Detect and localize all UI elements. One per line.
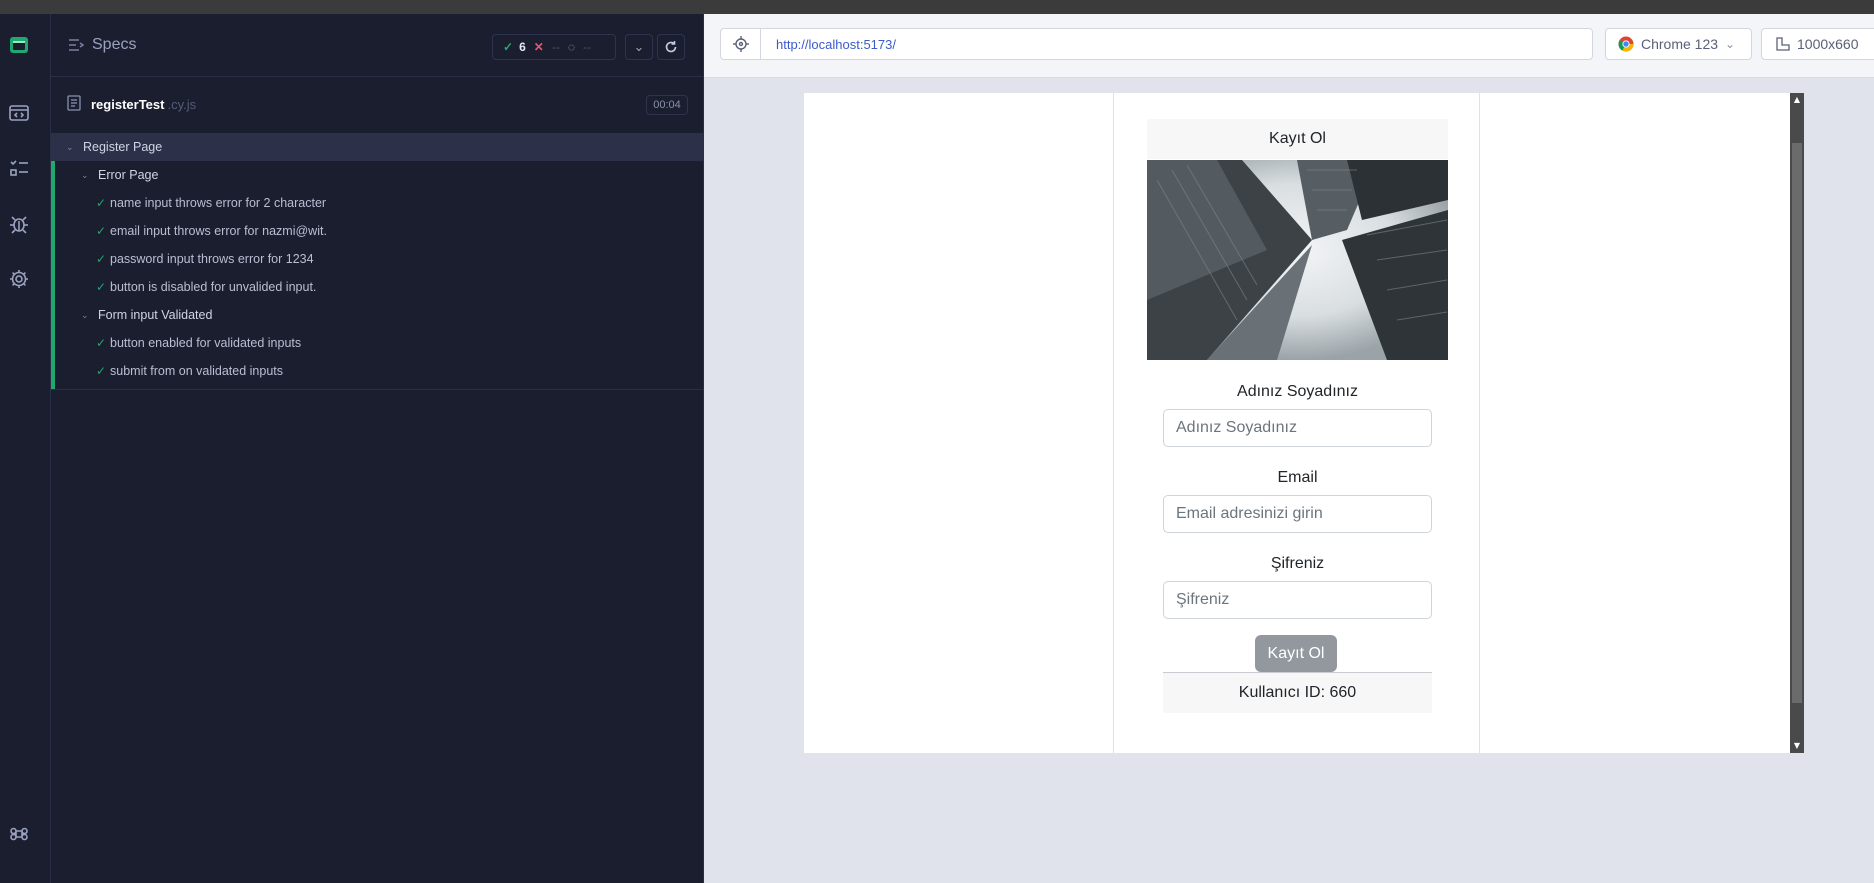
user-id-footer: Kullanıcı ID: 660 [1163,673,1432,713]
test-row[interactable]: ✓ password input throws error for 1234 [51,245,704,273]
window-top-strip [0,0,1874,14]
chevron-down-icon: ⌄ [66,141,74,152]
chrome-icon [1618,36,1634,52]
pass-check-icon: ✓ [96,364,107,378]
test-label: password input throws error for 1234 [110,252,314,266]
password-input[interactable] [1163,581,1432,619]
address-bar: http://localhost:5173/ Chrome 123 ⌄ 1000… [704,14,1874,78]
skyscraper-image [1147,160,1448,360]
app-under-test: Kayıt Ol Adınız Soyadınız Adınız Soyadın… [804,93,1804,753]
spec-duration: 00:04 [646,95,688,115]
chevron-down-icon: ⌄ [633,39,645,55]
name-input[interactable] [1163,409,1432,447]
viewport-selector[interactable]: 1000x660 [1761,28,1874,60]
navigation-rail: CY [0,14,51,883]
browser-selector[interactable]: Chrome 123 ⌄ [1605,28,1752,60]
suite-row[interactable]: ⌄ Error Page [51,161,704,189]
failed-x-icon: ✕ [533,40,544,54]
email-input[interactable] [1163,495,1432,533]
failed-count: -- [551,40,560,54]
tree-divider [51,389,704,390]
scrollbar-thumb[interactable] [1792,143,1802,703]
pending-spinner-icon: ◌ [567,40,575,54]
test-row[interactable]: ✓ email input throws error for nazmi@wit. [51,217,704,245]
suite-label: Register Page [83,140,163,154]
card-header: Kayıt Ol [1147,119,1448,159]
test-label: email input throws error for nazmi@wit. [110,224,327,238]
test-row[interactable]: ✓ button is disabled for unvalided input. [51,273,704,301]
suite-label: Error Page [98,168,159,182]
email-label: Email [1277,469,1318,486]
test-row[interactable]: ✓ submit from on validated inputs [51,357,704,385]
rerun-button[interactable] [657,34,685,60]
settings-gear-icon[interactable] [6,266,32,292]
test-label: submit from on validated inputs [110,364,284,378]
pass-check-icon: ✓ [96,252,107,266]
suite-row[interactable]: ⌄ Form input Validated [51,301,704,329]
chevron-down-icon: ⌄ [1725,37,1736,51]
url-box[interactable]: http://localhost:5173/ [720,28,1593,60]
spec-file-row[interactable]: registerTest .cy.js [51,90,704,120]
name-label: Adınız Soyadınız [1237,383,1358,400]
register-form-column: Kayıt Ol Adınız Soyadınız Adınız Soyadın… [1113,93,1480,753]
pass-check-icon: ✓ [96,224,107,238]
suite-label: Form input Validated [98,308,213,322]
cypress-app-icon[interactable] [6,32,32,58]
test-row[interactable]: ✓ button enabled for validated inputs [51,329,704,357]
pending-count: -- [582,40,591,54]
test-label: name input throws error for 2 character [110,196,327,210]
browser-window-icon[interactable] [6,100,32,126]
chevron-down-icon: ⌄ [81,169,89,180]
spec-file-name: registerTest .cy.js [91,97,197,112]
passed-count: 6 [519,40,526,54]
viewport-ruler-icon [1776,37,1790,51]
password-label: Şifreniz [1270,555,1325,572]
debug-bug-icon[interactable] [6,211,32,237]
document-icon [67,95,81,111]
pass-check-icon: ✓ [96,280,107,294]
browser-name: Chrome 123 [1641,36,1719,52]
pass-check-icon: ✓ [96,196,107,210]
specs-list-toggle-icon [69,39,84,51]
test-label: button enabled for validated inputs [110,336,302,350]
scroll-down-arrow-icon[interactable]: ▼ [1790,739,1804,753]
specs-toggle[interactable]: Specs [68,36,136,54]
test-stats: ✓ 6 ✕ -- ◌ -- [492,34,616,60]
crosshair-icon [732,36,749,52]
scroll-up-arrow-icon[interactable]: ▲ [1790,93,1804,107]
specs-header: Specs ✓ 6 ✕ -- ◌ -- ⌄ [51,14,704,77]
suite-row[interactable]: ⌄ Register Page [51,133,704,161]
vertical-scrollbar[interactable]: ▲ ▼ [1790,93,1804,753]
viewport-size: 1000x660 [1797,36,1859,52]
specs-panel: Specs ✓ 6 ✕ -- ◌ -- ⌄ registerTest .cy.js… [51,14,704,883]
test-row[interactable]: ✓ name input throws error for 2 character [51,189,704,217]
collapse-all-button[interactable]: ⌄ [625,34,653,60]
specs-title: Specs [92,36,137,53]
command-key-icon[interactable] [6,821,32,847]
specs-list-icon[interactable] [6,155,32,181]
test-label: button is disabled for unvalided input. [110,280,317,294]
browser-preview: http://localhost:5173/ Chrome 123 ⌄ 1000… [704,14,1874,883]
refresh-icon [665,41,677,53]
selector-playground-button[interactable] [721,29,761,59]
pass-check-icon: ✓ [96,336,107,350]
url-text: http://localhost:5173/ [776,37,896,52]
chevron-down-icon: ⌄ [81,309,89,320]
passed-check-icon: ✓ [503,40,514,54]
test-tree: ⌄ Register Page ⌄ Error Page ✓ name input thr… [51,133,704,390]
submit-button[interactable]: Kayıt Ol [1255,635,1337,672]
spec-file-ext: .cy.js [167,97,197,112]
